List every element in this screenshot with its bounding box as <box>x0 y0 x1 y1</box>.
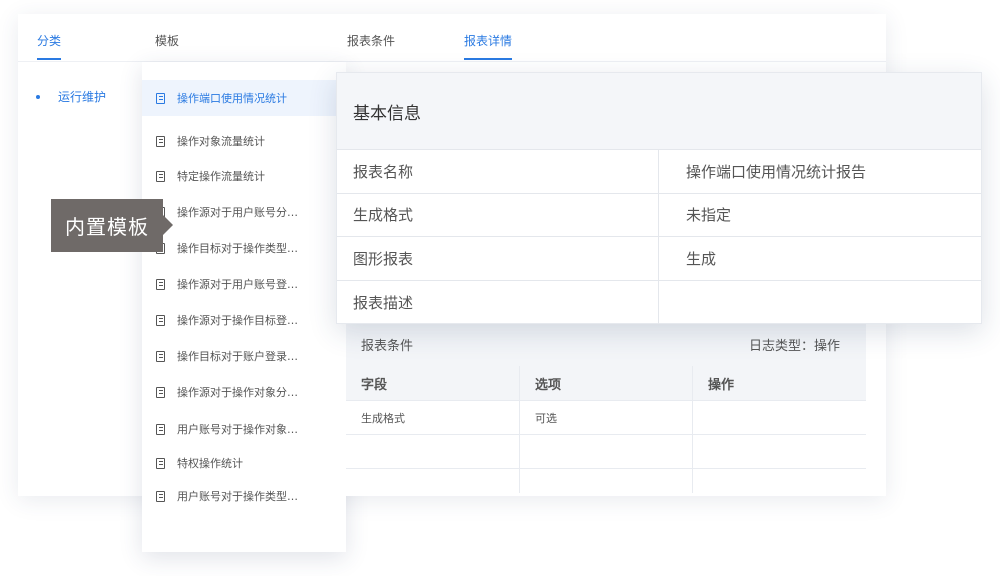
table-row: 生成格式 可选 <box>346 401 866 435</box>
template-item[interactable]: 操作目标对于操作类型… <box>142 230 346 266</box>
column-header-action: 操作 <box>708 377 735 393</box>
template-item[interactable]: 操作源对于用户账号登… <box>142 266 346 302</box>
table-cell: 可选 <box>520 401 693 434</box>
report-conditions-card: 报表条件 日志类型：操作 字段 选项 操作 生成格式 可选 <box>346 310 886 496</box>
tab-bar: 分类 模板 报表条件 报表详情 <box>18 14 886 62</box>
tab-report-details-underline <box>464 58 513 60</box>
table-cell <box>693 435 866 468</box>
info-label: 报表名称 <box>337 150 659 193</box>
info-value: 生成 <box>686 249 717 268</box>
template-item-label: 操作源对于操作目标登… <box>177 314 298 327</box>
tab-report-conditions[interactable]: 报表条件 <box>347 32 395 49</box>
document-icon <box>156 314 165 326</box>
template-item[interactable]: 特定操作流量统计 <box>142 158 346 194</box>
template-item-label: 特权操作统计 <box>177 457 243 470</box>
document-icon <box>156 135 165 147</box>
column-header-option: 选项 <box>520 366 693 400</box>
bullet-icon <box>36 94 40 99</box>
tab-template-label: 模板 <box>155 34 180 48</box>
info-row-report-name: 报表名称 操作端口使用情况统计报告 <box>337 150 981 194</box>
template-item-label: 操作目标对于操作类型… <box>177 242 298 255</box>
document-icon <box>156 170 165 182</box>
template-item-label: 操作源对于操作对象分… <box>177 386 298 399</box>
info-value: 操作端口使用情况统计报告 <box>686 162 867 181</box>
table-row <box>346 469 866 493</box>
template-item[interactable]: 操作目标对于账户登录… <box>142 338 346 374</box>
table-cell <box>520 469 693 493</box>
tab-report-details[interactable]: 报表详情 <box>464 32 513 60</box>
table-cell <box>520 435 693 468</box>
table-cell <box>693 469 866 493</box>
basic-info-title: 基本信息 <box>337 73 981 150</box>
tab-report-conditions-label: 报表条件 <box>347 34 396 48</box>
template-item[interactable]: 操作对象流量统计 <box>142 123 346 159</box>
template-item-label: 操作目标对于账户登录… <box>177 350 298 363</box>
template-item-label: 操作源对于用户账号登… <box>177 278 298 291</box>
document-icon <box>156 350 165 362</box>
basic-info-card: 基本信息 报表名称 操作端口使用情况统计报告 生成格式 未指定 图形报表 生成 … <box>336 72 982 324</box>
tab-category[interactable]: 分类 <box>37 32 62 60</box>
conditions-table: 字段 选项 操作 生成格式 可选 <box>346 366 866 493</box>
document-icon <box>156 386 165 398</box>
table-cell <box>346 469 520 493</box>
template-item-label: 操作源对于用户账号分… <box>177 206 298 219</box>
category-item-label: 运行维护 <box>58 90 107 104</box>
report-conditions-header: 报表条件 日志类型：操作 <box>346 322 866 366</box>
category-item-operations[interactable]: 运行维护 <box>36 88 106 105</box>
template-item[interactable]: 用户账号对于操作类型… <box>142 478 346 514</box>
info-row-description: 报表描述 <box>337 280 981 325</box>
template-item-label: 用户账号对于操作对象… <box>177 423 298 436</box>
template-item-label: 操作对象流量统计 <box>177 135 265 148</box>
document-icon <box>156 92 165 104</box>
template-item-label: 用户账号对于操作类型… <box>177 490 298 503</box>
info-label: 图形报表 <box>337 237 659 280</box>
template-item[interactable]: 操作源对于操作目标登… <box>142 302 346 338</box>
template-item[interactable]: 操作源对于操作对象分… <box>142 374 346 410</box>
info-label: 报表描述 <box>337 280 659 324</box>
document-icon <box>156 278 165 290</box>
tab-report-details-label: 报表详情 <box>464 34 513 48</box>
template-item[interactable]: 用户账号对于操作对象… <box>142 411 346 447</box>
builtin-template-tooltip: 内置模板 <box>51 199 173 252</box>
table-cell <box>346 435 520 468</box>
tooltip-label: 内置模板 <box>65 215 149 239</box>
document-icon <box>156 423 165 435</box>
template-item[interactable]: 特权操作统计 <box>142 445 346 481</box>
tab-category-underline <box>37 58 62 60</box>
template-item[interactable]: 操作端口使用情况统计 <box>142 80 346 116</box>
column-header-field: 字段 <box>346 366 520 400</box>
table-row <box>346 435 866 469</box>
table-cell <box>693 401 866 434</box>
info-label: 生成格式 <box>337 193 659 236</box>
document-icon <box>156 457 165 469</box>
info-row-format: 生成格式 未指定 <box>337 193 981 237</box>
tab-category-label: 分类 <box>37 34 62 48</box>
info-value <box>659 281 981 325</box>
info-value: 未指定 <box>686 206 732 225</box>
table-cell: 生成格式 <box>346 401 520 434</box>
template-list: 操作端口使用情况统计 操作对象流量统计 特定操作流量统计 操作源对于用户账号分…… <box>142 62 346 552</box>
report-conditions-title: 报表条件 <box>361 338 414 354</box>
log-type-label: 日志类型：操作 <box>748 338 840 354</box>
tab-template[interactable]: 模板 <box>155 32 179 49</box>
document-icon <box>156 490 165 502</box>
info-row-graphic-report: 图形报表 生成 <box>337 237 981 281</box>
table-header-row: 字段 选项 操作 <box>346 366 866 401</box>
template-item-label: 特定操作流量统计 <box>177 170 265 183</box>
template-item-label: 操作端口使用情况统计 <box>177 92 287 105</box>
